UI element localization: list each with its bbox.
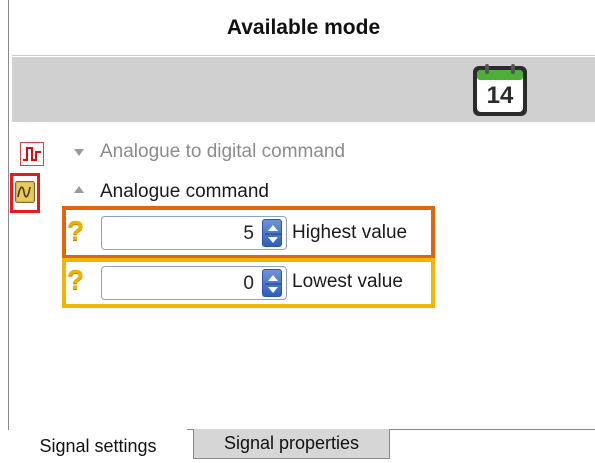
mode-label-analogue-to-digital: Analogue to digital command — [100, 141, 346, 162]
digital-pulse-icon — [20, 142, 44, 166]
analogue-wave-icon[interactable] — [15, 181, 35, 203]
highest-value-input[interactable]: 5 — [243, 223, 254, 245]
lowest-value-label: Lowest value — [292, 271, 403, 292]
panel-title: Available mode — [226, 15, 381, 39]
mode-label-analogue-command: Analogue command — [100, 181, 269, 202]
stepper-buttons[interactable] — [262, 219, 282, 247]
lowest-value-row: ? 0 Lowest value — [62, 258, 435, 308]
calendar-day: 14 — [486, 82, 514, 109]
panel-left-border — [8, 0, 9, 430]
highest-value-stepper[interactable]: 5 — [101, 216, 287, 250]
tab-label: Signal properties — [223, 433, 360, 453]
lowest-value-stepper[interactable]: 0 — [101, 266, 287, 300]
highest-value-row: ? 5 Highest value — [62, 206, 435, 259]
panel-header: Available mode — [12, 0, 595, 56]
lowest-value-input[interactable]: 0 — [243, 273, 254, 295]
stepper-arrows-icon — [265, 225, 281, 243]
mode-row-analogue-to-digital[interactable]: Analogue to digital command — [18, 138, 398, 168]
help-icon[interactable]: ? — [67, 266, 84, 294]
tab-signal-settings[interactable]: Signal settings — [9, 429, 187, 463]
stepper-arrows-icon — [265, 275, 281, 293]
tab-signal-properties[interactable]: Signal properties — [193, 429, 390, 459]
stepper-buttons[interactable] — [262, 269, 282, 297]
highest-value-label: Highest value — [292, 222, 408, 243]
expand-arrow-icon[interactable] — [73, 185, 85, 195]
calendar-button[interactable]: 14 — [471, 62, 529, 118]
tab-label: Signal settings — [39, 435, 157, 456]
collapse-arrow-icon[interactable] — [73, 148, 85, 158]
help-icon[interactable]: ? — [67, 217, 84, 245]
